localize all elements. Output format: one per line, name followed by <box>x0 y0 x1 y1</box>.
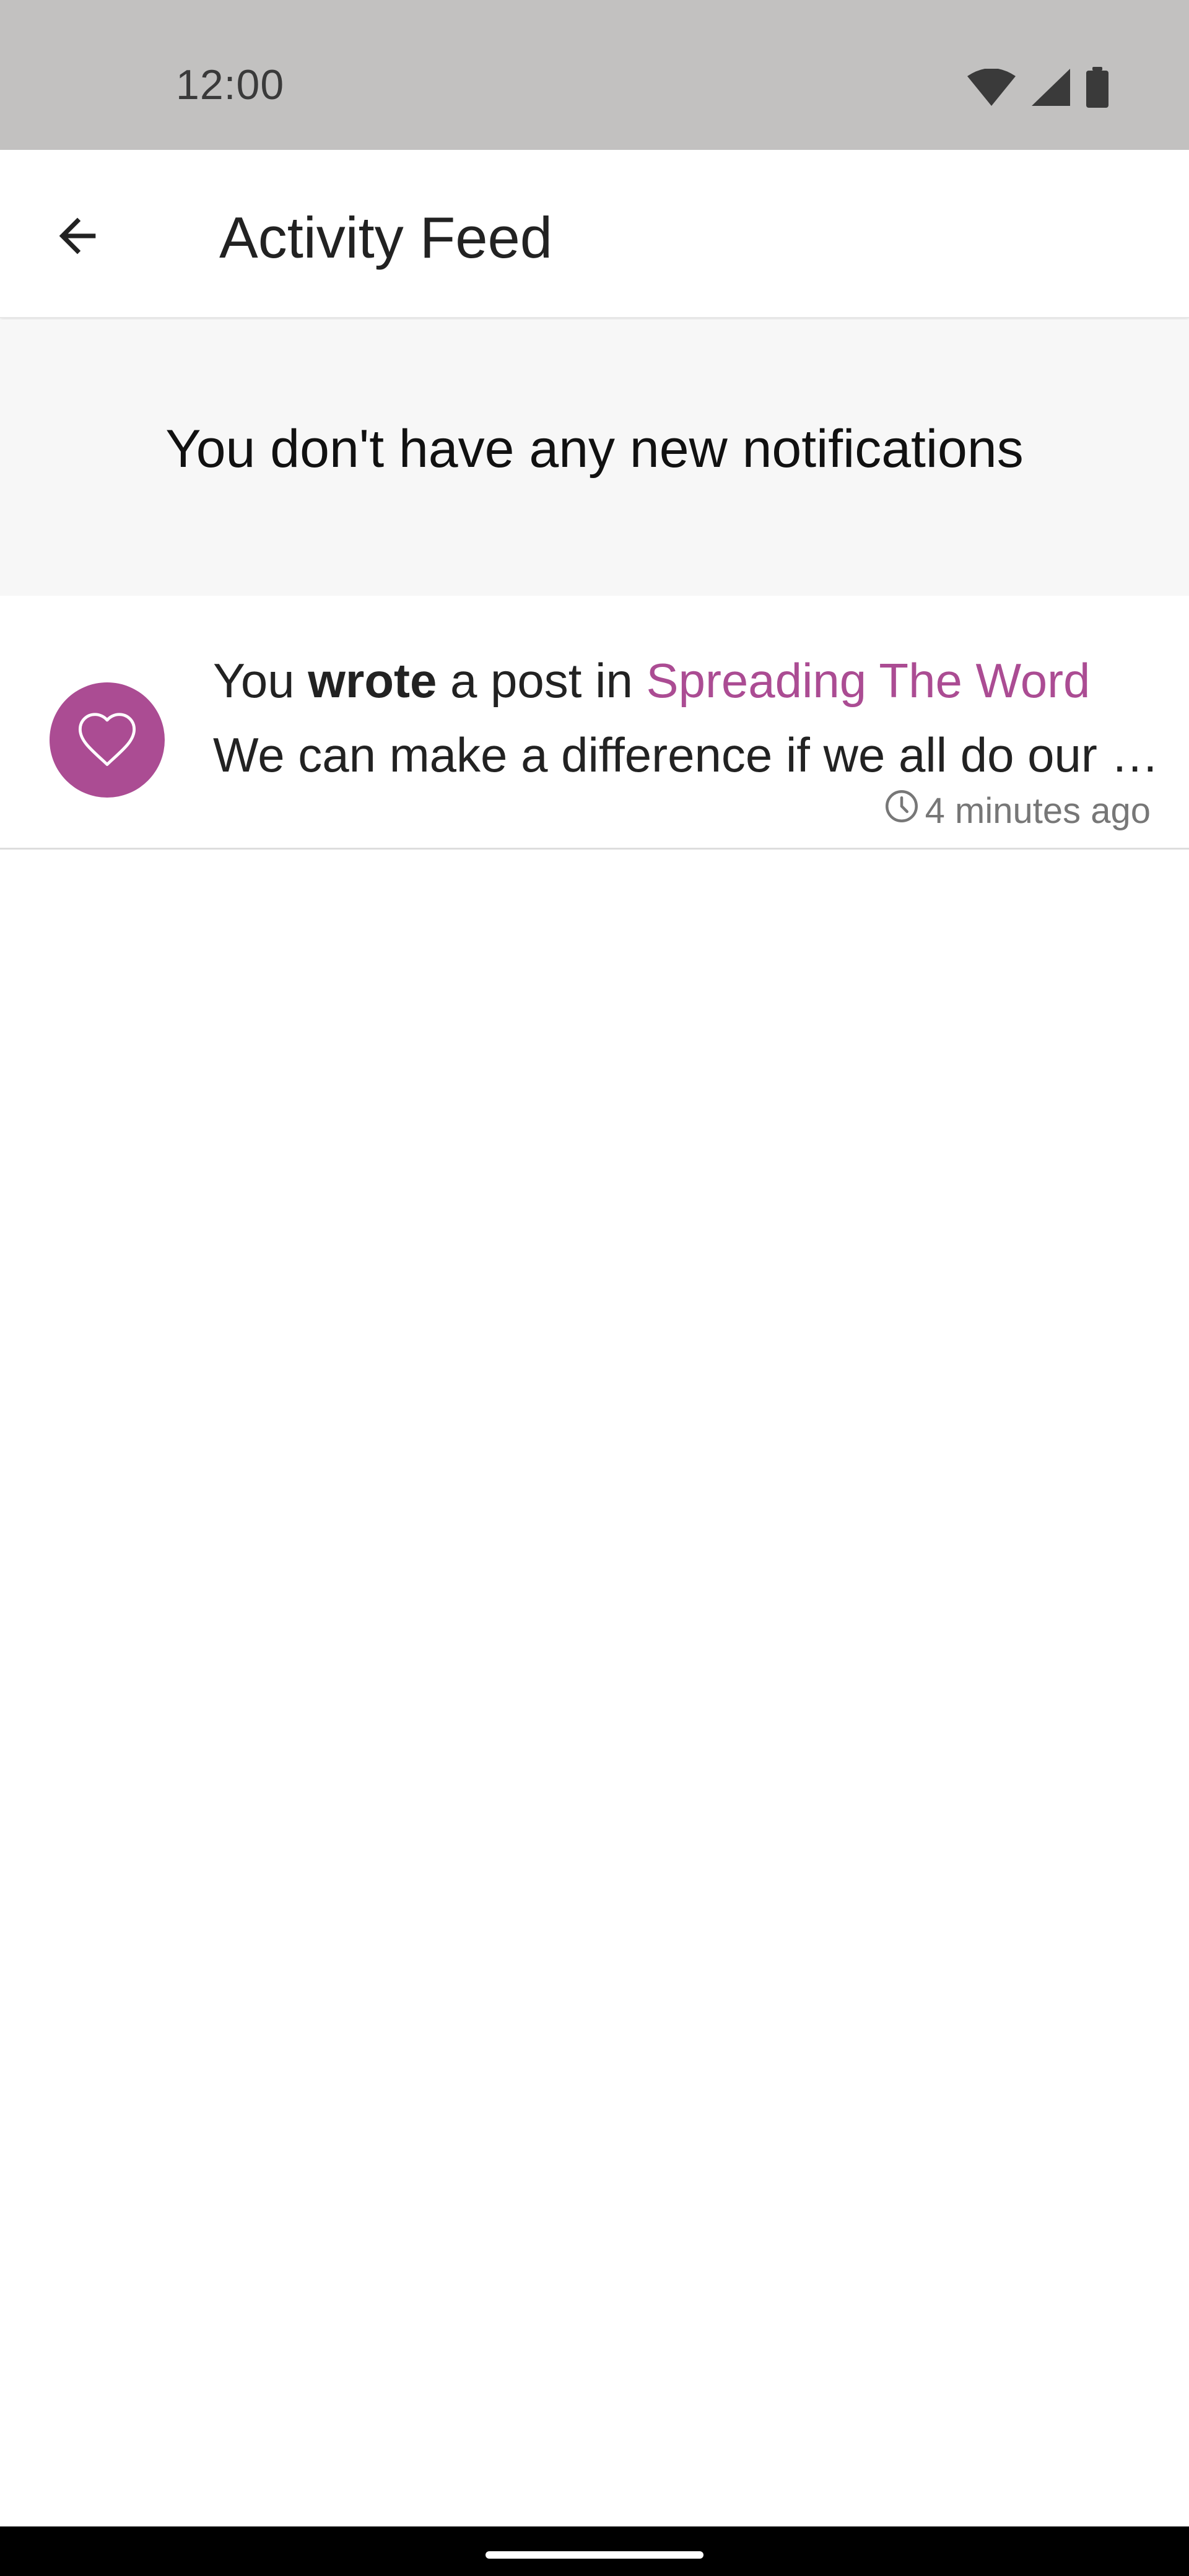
post-excerpt: We can make a difference if we all do ou… <box>213 728 1179 782</box>
wifi-icon <box>967 67 1016 109</box>
activity-avatar <box>50 682 165 798</box>
clock-icon <box>883 788 920 833</box>
cell-signal-icon <box>1032 68 1070 109</box>
page-title: Activity Feed <box>219 205 553 270</box>
group-link[interactable]: Spreading The Word <box>647 653 1091 708</box>
activity-action: wrote <box>308 653 437 708</box>
activity-summary: You wrote a post in Spreading The Word <box>213 653 1090 709</box>
banner-text: You don't have any new notifications <box>165 419 1024 479</box>
navigation-bar <box>0 2526 1189 2576</box>
status-time: 12:00 <box>176 61 285 108</box>
activity-connector: a post in <box>450 653 633 708</box>
activity-actor: You <box>213 653 295 708</box>
timestamp-text: 4 minutes ago <box>925 790 1151 831</box>
feed-item[interactable]: You wrote a post in Spreading The Word W… <box>0 596 1189 850</box>
heart-icon <box>74 709 140 772</box>
battery-icon <box>1086 66 1108 111</box>
activity-timestamp: 4 minutes ago <box>883 788 1151 833</box>
notifications-banner: You don't have any new notifications <box>0 320 1189 596</box>
status-bar: 12:00 <box>0 0 1189 150</box>
back-button[interactable] <box>37 197 118 277</box>
home-gesture-handle[interactable] <box>486 2551 703 2559</box>
status-icons <box>967 66 1108 111</box>
arrow-back-icon <box>50 209 105 266</box>
app-bar: Activity Feed <box>0 150 1189 318</box>
